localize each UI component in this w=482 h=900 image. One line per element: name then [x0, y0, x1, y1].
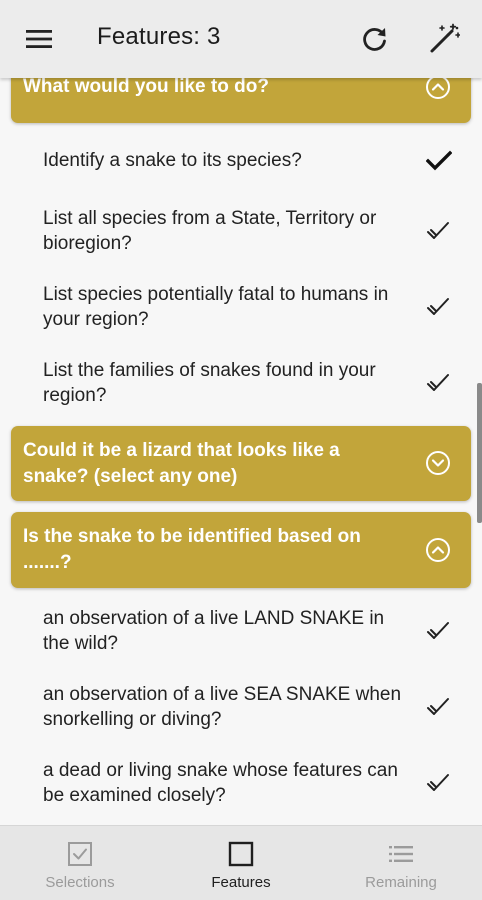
bottom-navigation: Selections Features Remaining	[0, 825, 482, 900]
double-check-icon[interactable]	[426, 618, 452, 644]
feature-list[interactable]: What would you like to do? Identify a sn…	[0, 0, 482, 825]
checkbox-icon	[68, 842, 92, 866]
option-list-by-state[interactable]: List all species from a State, Territory…	[0, 204, 482, 260]
option-label: Identify a snake to its species?	[43, 150, 302, 171]
magic-wand-icon	[430, 23, 460, 53]
double-check-icon[interactable]	[426, 770, 452, 796]
option-list-fatal-species[interactable]: List species potentially fatal to humans…	[0, 280, 482, 336]
scrollbar[interactable]	[477, 383, 482, 523]
option-label: an observation of a live LAND SNAKE in t…	[43, 608, 385, 654]
option-examine-closely[interactable]: a dead or living snake whose features ca…	[0, 756, 482, 812]
option-live-sea-snake[interactable]: an observation of a live SEA SNAKE when …	[0, 680, 482, 736]
option-label: an observation of a live SEA SNAKE when …	[43, 684, 402, 730]
section-title: Is the snake to be identified based on .…	[23, 526, 361, 573]
collapse-chevron-up-icon[interactable]	[425, 537, 451, 563]
list-icon	[389, 846, 413, 862]
app-bar: Features: 3	[0, 0, 482, 78]
double-check-icon[interactable]	[426, 370, 452, 396]
nav-label: Remaining	[365, 874, 437, 891]
nav-remaining[interactable]: Remaining	[321, 826, 481, 900]
double-check-icon[interactable]	[426, 694, 452, 720]
menu-icon	[26, 30, 52, 48]
section-header-identification-basis[interactable]: Is the snake to be identified based on .…	[11, 512, 471, 588]
double-check-icon[interactable]	[426, 294, 452, 320]
section-title: Could it be a lizard that looks like a s…	[23, 440, 340, 487]
option-label: List the families of snakes found in you…	[43, 360, 376, 406]
nav-selections[interactable]: Selections	[0, 826, 160, 900]
check-selected-icon[interactable]	[426, 148, 452, 174]
square-icon	[228, 841, 254, 867]
option-label: a dead or living snake whose features ca…	[43, 760, 398, 806]
option-list-families[interactable]: List the families of snakes found in you…	[0, 356, 482, 412]
magic-wand-button[interactable]	[426, 21, 462, 57]
option-identify-species[interactable]: Identify a snake to its species?	[0, 142, 482, 182]
refresh-icon	[363, 28, 386, 51]
expand-chevron-down-icon[interactable]	[425, 450, 451, 476]
nav-label: Features	[211, 874, 271, 891]
menu-button[interactable]	[22, 24, 56, 54]
section-header-lizard[interactable]: Could it be a lizard that looks like a s…	[11, 426, 471, 501]
double-check-icon[interactable]	[426, 218, 452, 244]
page-title: Features: 3	[97, 23, 221, 50]
refresh-button[interactable]	[358, 22, 392, 56]
option-label: List all species from a State, Territory…	[43, 208, 377, 254]
nav-features[interactable]: Features	[161, 826, 321, 900]
option-label: List species potentially fatal to humans…	[43, 284, 389, 330]
nav-label: Selections	[45, 874, 115, 891]
option-live-land-snake[interactable]: an observation of a live LAND SNAKE in t…	[0, 604, 482, 660]
